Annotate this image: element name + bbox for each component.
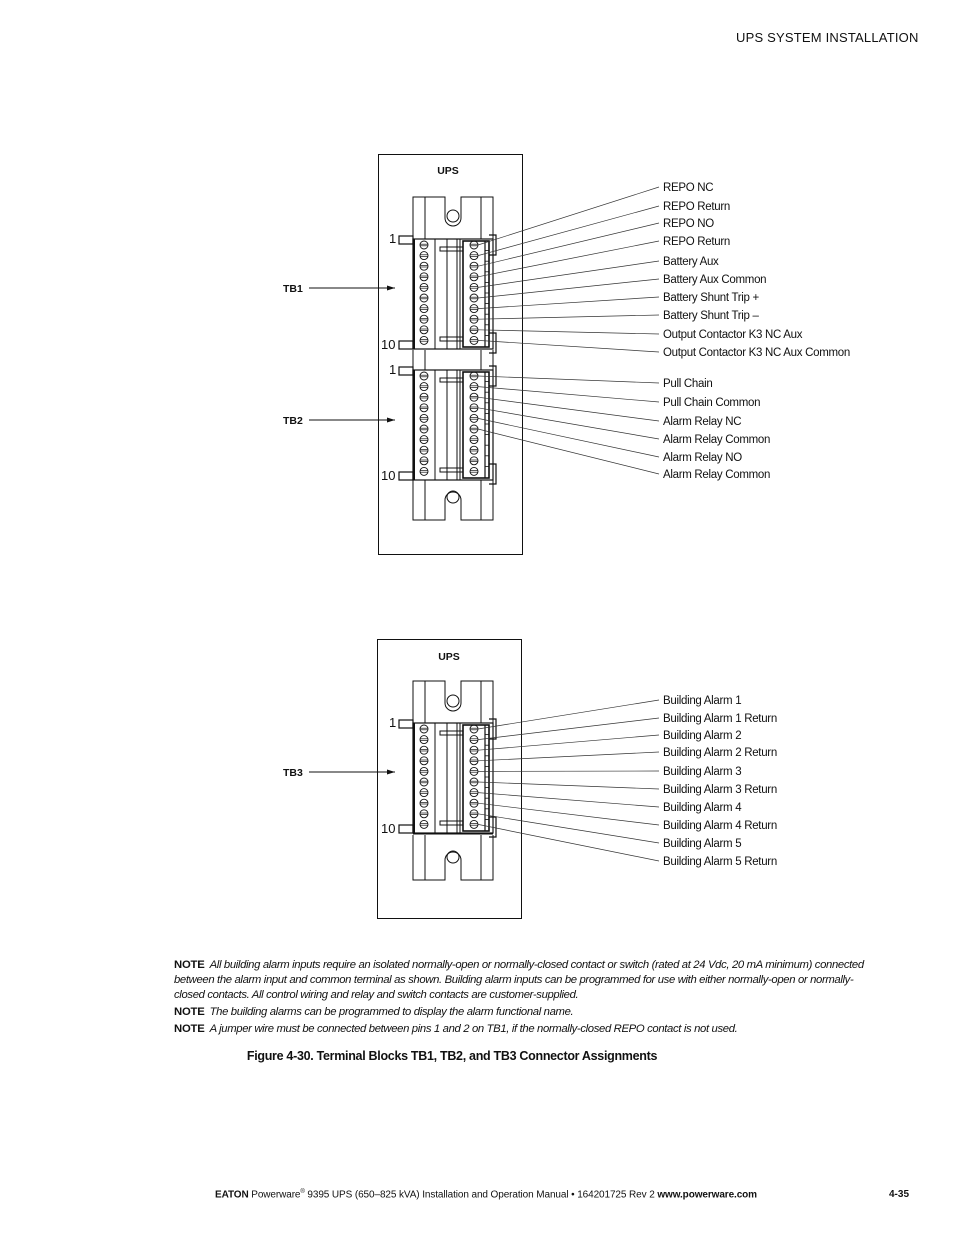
note-label: NOTE bbox=[174, 959, 205, 971]
page-footer: EATON Powerware® 9395 UPS (650–825 kVA) … bbox=[215, 1189, 757, 1200]
connection-label: REPO NO bbox=[663, 218, 714, 230]
pin-number-last: 10 bbox=[381, 821, 395, 836]
leader-line bbox=[477, 699, 660, 730]
pin-1-tab bbox=[398, 719, 414, 729]
connection-label: Building Alarm 1 bbox=[663, 695, 741, 707]
leader-line bbox=[477, 734, 660, 751]
block-label: TB1 bbox=[283, 283, 303, 295]
connection-label: Building Alarm 3 Return bbox=[663, 784, 777, 796]
arrow-icon bbox=[387, 285, 395, 291]
note-label: NOTE bbox=[174, 1023, 205, 1035]
pin-number-first: 1 bbox=[389, 362, 396, 377]
connection-label: Output Contactor K3 NC Aux bbox=[663, 329, 803, 341]
pin-number-last: 10 bbox=[381, 337, 395, 352]
connection-label: Building Alarm 5 bbox=[663, 838, 741, 850]
leader-line bbox=[477, 205, 660, 256]
footer-brand: EATON bbox=[215, 1189, 249, 1201]
note-text: A jumper wire must be connected between … bbox=[209, 1023, 738, 1035]
note-text: The building alarms can be programmed to… bbox=[209, 1006, 574, 1018]
footer-description: 9395 UPS (650–825 kVA) Installation and … bbox=[304, 1189, 658, 1201]
pin-10-tab bbox=[398, 471, 414, 481]
connection-label: Building Alarm 2 bbox=[663, 730, 741, 742]
connection-label: Battery Aux Common bbox=[663, 274, 766, 286]
terminal-block-tb2: 1 10 TB2 Pull Chain Pull Chain Common Alarm R… bbox=[283, 362, 770, 485]
terminal-block-tb3: 1 10 TB3 Building Alarm 1 Building Alarm 1 R… bbox=[283, 695, 777, 868]
pin-number-first: 1 bbox=[389, 715, 396, 730]
connection-label: Output Contactor K3 NC Aux Common bbox=[663, 347, 850, 359]
figure-caption: Figure 4-30. Terminal Blocks TB1, TB2, a… bbox=[0, 1049, 884, 1063]
leader-line bbox=[477, 813, 660, 844]
leader-line bbox=[477, 802, 660, 826]
note-1: NOTE All building alarm inputs require an… bbox=[174, 958, 864, 1003]
mounting-hole-icon bbox=[446, 694, 460, 708]
leader-line bbox=[477, 375, 660, 384]
connection-label: Building Alarm 4 bbox=[663, 802, 742, 814]
leader-line bbox=[477, 824, 660, 862]
leader-line bbox=[477, 751, 660, 762]
footer-product: Powerware bbox=[251, 1189, 301, 1201]
leader-line bbox=[477, 717, 660, 740]
leader-line bbox=[477, 222, 660, 267]
leader-line bbox=[477, 186, 660, 246]
connection-label: Building Alarm 3 bbox=[663, 766, 741, 778]
terminal-block-tb1: 1 10 TB1 REPO NC REPO Return REPO NO REPO Retu… bbox=[283, 182, 850, 359]
pin-10-tab bbox=[398, 340, 414, 350]
connection-label: Pull Chain bbox=[663, 378, 712, 390]
panel-label: UPS bbox=[437, 165, 459, 177]
ups-panel bbox=[378, 154, 523, 555]
connection-label: Alarm Relay Common bbox=[663, 469, 770, 481]
connection-label: Building Alarm 1 Return bbox=[663, 713, 777, 725]
leader-line bbox=[477, 386, 660, 403]
mounting-hole-icon bbox=[446, 209, 460, 223]
connection-label: Building Alarm 2 Return bbox=[663, 747, 777, 759]
pin-number-last: 10 bbox=[381, 468, 395, 483]
connection-label: Alarm Relay Common bbox=[663, 434, 770, 446]
pin-1-tab bbox=[398, 366, 414, 376]
leader-line bbox=[477, 407, 660, 440]
pin-1-tab bbox=[398, 235, 414, 245]
connection-label: Alarm Relay NC bbox=[663, 416, 741, 428]
page-number: 4-35 bbox=[889, 1189, 910, 1200]
connection-label: Battery Aux bbox=[663, 256, 719, 268]
leader-line bbox=[477, 240, 660, 278]
note-label: NOTE bbox=[174, 1006, 205, 1018]
note-3: NOTE A jumper wire must be connected betw… bbox=[174, 1022, 864, 1037]
connection-label: Building Alarm 4 Return bbox=[663, 820, 777, 832]
pin-number-first: 1 bbox=[389, 231, 396, 246]
block-label: TB3 bbox=[283, 767, 303, 779]
mounting-hole-icon bbox=[446, 850, 460, 864]
note-text: All building alarm inputs require an iso… bbox=[174, 959, 864, 1001]
pin-10-tab bbox=[398, 824, 414, 834]
arrow-icon bbox=[387, 769, 395, 775]
figure-bottom: UPS 1 10 TB3 Building Alarm 1 Building Alarm … bbox=[283, 639, 777, 919]
block-label: TB2 bbox=[283, 415, 303, 427]
notes-section: NOTE All building alarm inputs require an… bbox=[174, 958, 864, 1039]
connection-label: Building Alarm 5 Return bbox=[663, 856, 777, 868]
mounting-hole-icon bbox=[446, 490, 460, 504]
leader-line bbox=[477, 314, 660, 320]
figure-number: Figure 4-30. bbox=[246, 1049, 314, 1063]
leader-line bbox=[477, 329, 660, 335]
footer-website[interactable]: www.powerware.com bbox=[657, 1189, 757, 1200]
figure-top: UPS 1 10 TB1 REPO NC REPO Return REPO NO REPO R… bbox=[283, 154, 850, 555]
leader-line bbox=[477, 278, 660, 299]
connection-label: Pull Chain Common bbox=[663, 397, 760, 409]
connection-label: Battery Shunt Trip + bbox=[663, 292, 760, 304]
leader-line bbox=[477, 396, 660, 422]
connection-label: Battery Shunt Trip – bbox=[663, 310, 760, 322]
leader-line bbox=[477, 340, 660, 353]
arrow-icon bbox=[387, 417, 395, 423]
leader-line bbox=[477, 296, 660, 309]
connection-label: REPO Return bbox=[663, 236, 730, 248]
leader-line bbox=[477, 792, 660, 808]
leader-line bbox=[477, 781, 660, 790]
note-2: NOTE The building alarms can be programme… bbox=[174, 1005, 864, 1020]
panel-label: UPS bbox=[438, 651, 460, 663]
figure-title: Terminal Blocks TB1, TB2, and TB3 Connec… bbox=[316, 1049, 658, 1063]
leader-line bbox=[477, 260, 660, 288]
connection-label: REPO Return bbox=[663, 201, 730, 213]
connection-label: Alarm Relay NO bbox=[663, 452, 742, 464]
connection-label: REPO NC bbox=[663, 182, 713, 194]
